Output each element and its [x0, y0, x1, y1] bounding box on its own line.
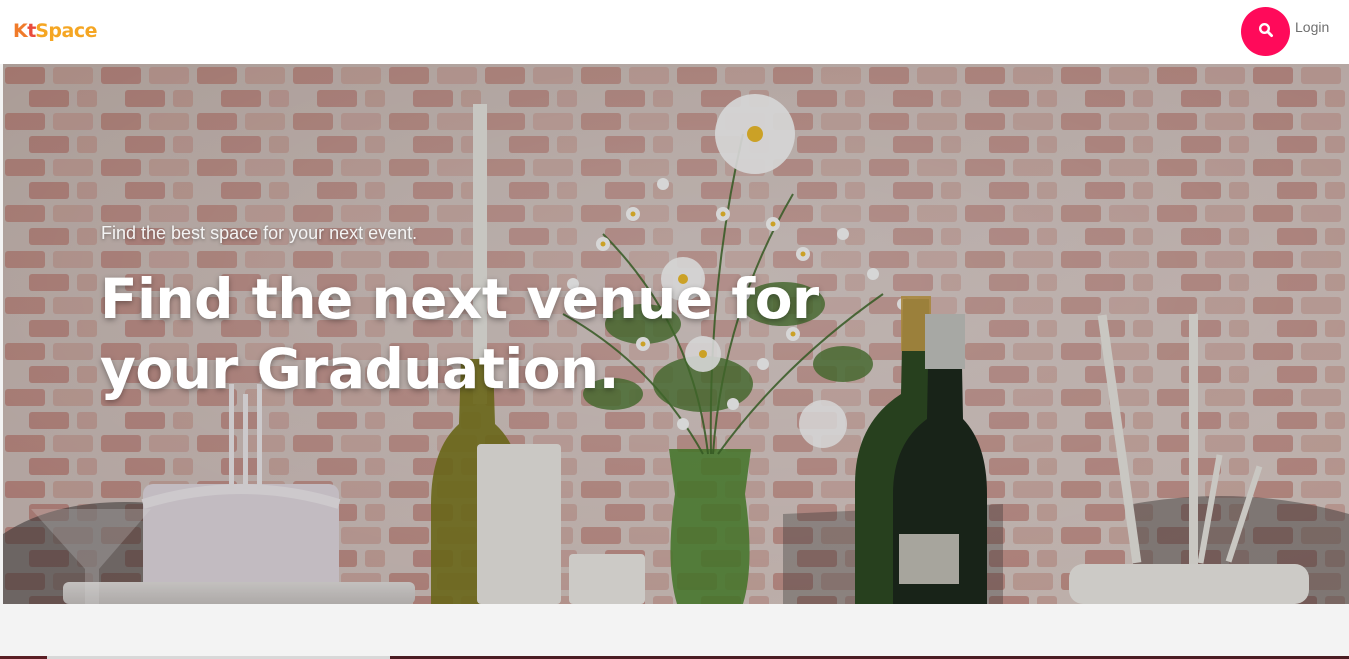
search-icon [1258, 22, 1274, 41]
logo-letter-k: K [13, 20, 28, 42]
hero-banner: Find the best space for your next event.… [3, 64, 1349, 604]
hero-title: Find the next venue for your Graduation. [100, 267, 819, 401]
top-navbar: KtSpace Login [0, 0, 1349, 64]
logo[interactable]: KtSpace [13, 20, 97, 42]
logo-wordmark: Space [35, 20, 97, 42]
logo-location-mark: t [27, 20, 36, 42]
content-section [0, 604, 1349, 659]
search-button[interactable] [1241, 7, 1290, 56]
login-link[interactable]: Login [1295, 19, 1329, 35]
hero-tagline: Find the best space for your next event. [101, 223, 418, 243]
